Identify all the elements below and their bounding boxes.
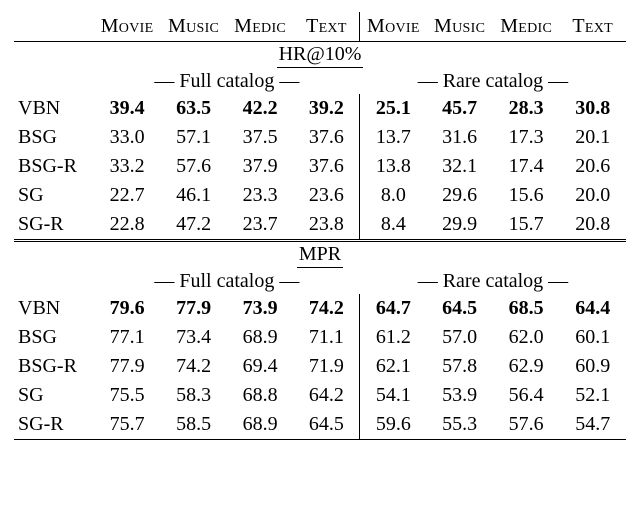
method-label: BSG-R	[14, 352, 94, 381]
method-label: BSG	[14, 323, 94, 352]
table-row: VBN 79.6 77.9 73.9 74.2 64.7 64.5 68.5 6…	[14, 294, 626, 323]
table-row: SG 75.5 58.3 68.8 64.2 54.1 53.9 56.4 52…	[14, 381, 626, 410]
col-music-2: Music	[426, 12, 493, 42]
table-row: SG-R 22.8 47.2 23.7 23.8 8.4 29.9 15.7 2…	[14, 210, 626, 241]
rare-catalog-label-2: — Rare catalog —	[360, 269, 626, 294]
method-label: BSG	[14, 123, 94, 152]
results-table: Movie Music Medic Text Movie Music Medic…	[14, 12, 626, 440]
method-label: SG	[14, 181, 94, 210]
col-medic-1: Medic	[227, 12, 294, 42]
catalog-row-mpr: — Full catalog — — Rare catalog —	[14, 269, 626, 294]
full-catalog-label-2: — Full catalog —	[94, 269, 360, 294]
col-medic-2: Medic	[493, 12, 560, 42]
col-music-1: Music	[160, 12, 227, 42]
metric-row-hr: HR@10%	[14, 42, 626, 70]
table-row: SG-R 75.7 58.5 68.9 64.5 59.6 55.3 57.6 …	[14, 410, 626, 440]
table-row: VBN 39.4 63.5 42.2 39.2 25.1 45.7 28.3 3…	[14, 94, 626, 123]
table-row: BSG 33.0 57.1 37.5 37.6 13.7 31.6 17.3 2…	[14, 123, 626, 152]
col-text-1: Text	[293, 12, 360, 42]
column-header-row: Movie Music Medic Text Movie Music Medic…	[14, 12, 626, 42]
col-movie-2: Movie	[360, 12, 427, 42]
full-catalog-label-1: — Full catalog —	[94, 69, 360, 94]
method-label: BSG-R	[14, 152, 94, 181]
method-label: VBN	[14, 94, 94, 123]
method-label: VBN	[14, 294, 94, 323]
col-text-2: Text	[559, 12, 626, 42]
rare-catalog-label-1: — Rare catalog —	[360, 69, 626, 94]
metric-row-mpr: MPR	[14, 241, 626, 270]
metric-label-mpr: MPR	[297, 243, 343, 268]
catalog-row-hr: — Full catalog — — Rare catalog —	[14, 69, 626, 94]
method-label: SG	[14, 381, 94, 410]
metric-label-hr: HR@10%	[277, 43, 364, 68]
table-row: BSG-R 33.2 57.6 37.9 37.6 13.8 32.1 17.4…	[14, 152, 626, 181]
col-movie-1: Movie	[94, 12, 161, 42]
table-row: BSG 77.1 73.4 68.9 71.1 61.2 57.0 62.0 6…	[14, 323, 626, 352]
method-label: SG-R	[14, 410, 94, 440]
table-row: SG 22.7 46.1 23.3 23.6 8.0 29.6 15.6 20.…	[14, 181, 626, 210]
method-label: SG-R	[14, 210, 94, 241]
table-row: BSG-R 77.9 74.2 69.4 71.9 62.1 57.8 62.9…	[14, 352, 626, 381]
